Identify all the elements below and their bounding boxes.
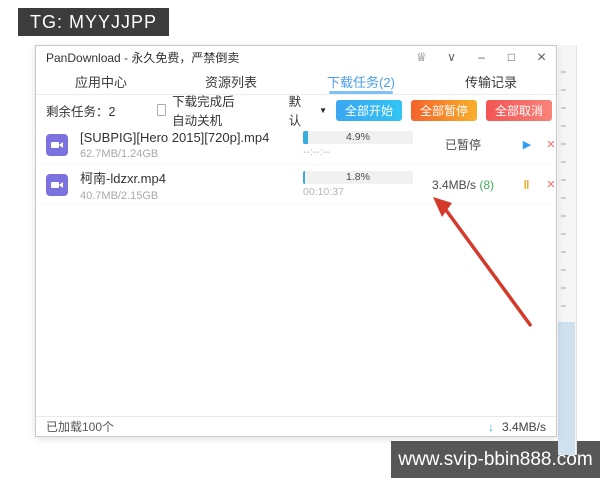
task-list: [SUBPIG][Hero 2015][720p].mp4 62.7MB/1.2… xyxy=(36,125,556,416)
toolbar: 剩余任务：2 下载完成后自动关机 默认 ▼ 全部开始 全部暂停 全部取消 xyxy=(36,95,556,128)
task-size: 40.7MB/2.15GB xyxy=(80,189,159,202)
telegram-watermark-badge: TG: MYYJJPP xyxy=(18,8,170,36)
shutdown-checkbox-label: 下载完成后自动关机 xyxy=(172,95,235,128)
chevron-down-icon[interactable]: ∨ xyxy=(443,49,460,66)
priority-dropdown-value: 默认 xyxy=(288,95,302,128)
window-title: PanDownload - 永久免费，严禁倒卖 xyxy=(46,51,240,65)
progress-bar: 4.9% xyxy=(303,131,413,144)
camera-lens-shape xyxy=(59,181,63,188)
loaded-count-label: 已加载100个 xyxy=(46,420,115,434)
cancel-task-icon[interactable]: × xyxy=(542,176,556,193)
progress-bar: 1.8% xyxy=(303,171,413,184)
titlebar: PanDownload - 永久免费，严禁倒卖 ♕ ∨ – □ × xyxy=(36,46,556,69)
minimize-button[interactable]: – xyxy=(473,49,490,66)
task-row[interactable]: 柯南-ldzxr.mp4 40.7MB/2.15GB 1.8% 00:10:37… xyxy=(36,165,556,205)
maximize-button[interactable]: □ xyxy=(503,49,520,66)
background-window-sliver xyxy=(558,45,577,455)
remaining-tasks-label: 剩余任务：2 xyxy=(46,104,116,119)
progress-percent: 4.9% xyxy=(346,131,370,143)
background-blue-area xyxy=(558,322,575,455)
task-time: 00:10:37 xyxy=(303,186,344,198)
pandownload-window: PanDownload - 永久免费，严禁倒卖 ♕ ∨ – □ × 应用中心 资… xyxy=(35,45,557,437)
shutdown-checkbox-wrap[interactable]: 下载完成后自动关机 xyxy=(157,91,246,129)
background-text-specks xyxy=(561,55,566,325)
priority-dropdown[interactable]: 默认 ▼ xyxy=(289,91,327,129)
download-arrow-icon: ↓ xyxy=(487,419,494,434)
tab-download-tasks[interactable]: 下载任务(2) xyxy=(296,69,426,94)
tabbar: 应用中心 资源列表 下载任务(2) 传输记录 xyxy=(36,69,556,94)
task-time: --:--:-- xyxy=(303,146,330,158)
cancel-task-icon[interactable]: × xyxy=(542,136,556,153)
tab-transfer-history[interactable]: 传输记录 xyxy=(426,69,556,94)
task-size: 62.7MB/1.24GB xyxy=(80,147,159,160)
close-button[interactable]: × xyxy=(533,49,550,66)
task-status: 已暂停 xyxy=(444,138,481,152)
camera-lens-shape xyxy=(59,141,63,148)
resume-task-icon[interactable]: ▶ xyxy=(518,138,536,151)
start-all-button[interactable]: 全部开始 xyxy=(336,99,402,121)
tab-resource-list[interactable]: 资源列表 xyxy=(166,69,296,94)
camera-body-shape xyxy=(51,181,59,188)
task-thread-count: (8) xyxy=(479,177,495,192)
video-file-icon xyxy=(46,133,68,156)
pause-all-button[interactable]: 全部暂停 xyxy=(411,99,477,121)
statusbar: 已加载100个 ↓ 3.4MB/s xyxy=(36,416,556,436)
task-filename: 柯南-ldzxr.mp4 xyxy=(80,170,166,186)
pause-task-icon[interactable]: ‖ xyxy=(518,178,536,192)
task-row[interactable]: [SUBPIG][Hero 2015][720p].mp4 62.7MB/1.2… xyxy=(36,125,556,165)
cancel-all-button[interactable]: 全部取消 xyxy=(486,99,552,121)
tab-app-center[interactable]: 应用中心 xyxy=(36,69,166,94)
progress-percent: 1.8% xyxy=(346,171,370,183)
task-speed: 3.4MB/s xyxy=(431,177,476,192)
task-filename: [SUBPIG][Hero 2015][720p].mp4 xyxy=(80,129,270,145)
video-file-icon xyxy=(46,173,68,196)
shutdown-checkbox[interactable] xyxy=(157,104,167,116)
dropdown-arrow-icon: ▼ xyxy=(319,105,327,115)
crown-icon[interactable]: ♕ xyxy=(413,49,430,66)
camera-body-shape xyxy=(51,141,59,148)
global-speed-label: 3.4MB/s xyxy=(501,419,546,434)
